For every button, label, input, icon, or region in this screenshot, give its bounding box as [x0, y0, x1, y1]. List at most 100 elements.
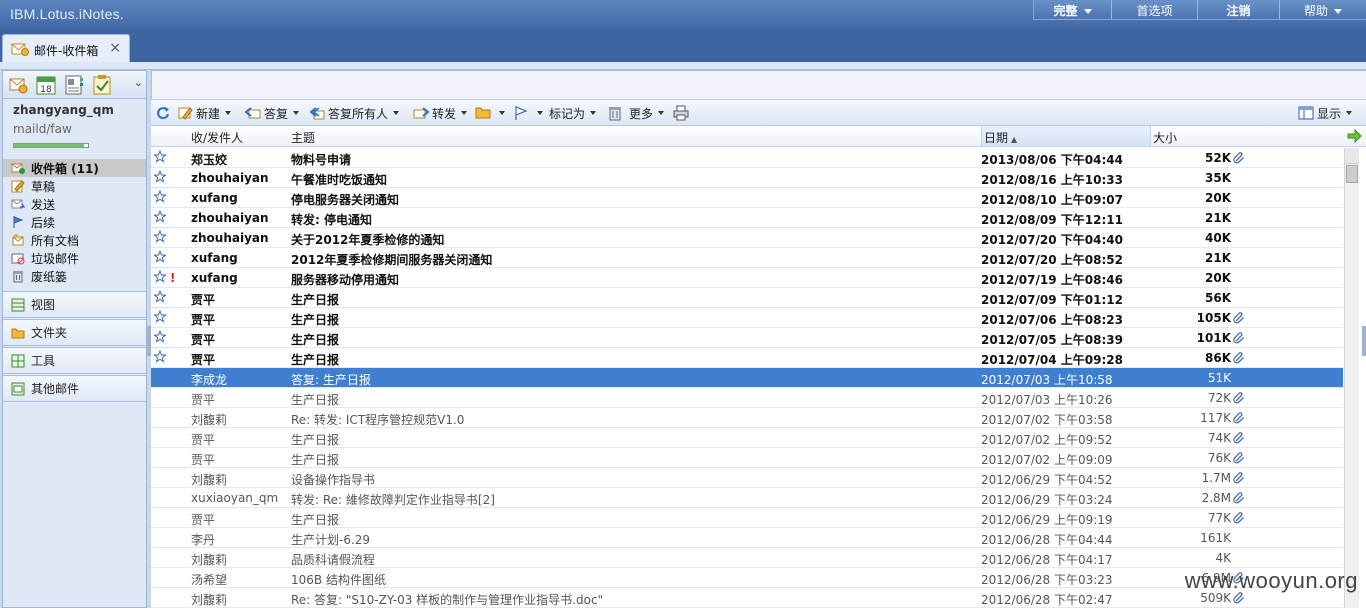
- scroll-thumb[interactable]: [1346, 165, 1358, 183]
- table-row[interactable]: zhouhaiyan 关于2012年夏季检修的通知 2012/07/20 下午04:…: [151, 228, 1343, 248]
- table-row[interactable]: 刘馥莉 Re: 转发: ICT程序管控规范V1.0 2012/07/02 下午03:…: [151, 408, 1343, 428]
- table-row[interactable]: 刘馥莉 Re: 答复: "S10-ZY-03 样板的制作与管理作业指导书.doc"…: [151, 588, 1343, 608]
- row-date: 2012/08/09 下午12:11: [981, 213, 1123, 227]
- row-from: 贾平: [191, 393, 216, 407]
- row-date: 2012/07/20 下午04:40: [981, 233, 1123, 247]
- table-row[interactable]: ! xufang 服务器移动停用通知 2012/07/19 上午08:46 20K: [151, 268, 1343, 288]
- table-row[interactable]: 郑玉姣 物料号申请 2013/08/06 下午04:44 52K: [151, 148, 1343, 168]
- sidebar-item-junk[interactable]: 垃圾邮件: [3, 249, 146, 267]
- more-button[interactable]: 更多: [629, 104, 665, 122]
- message-list-header: 收/发件人 主题 日期 ▲ 大小: [151, 126, 1366, 147]
- tab-underline: [0, 62, 1366, 70]
- mail-app-icon[interactable]: [7, 74, 29, 96]
- table-row[interactable]: 贾平 生产日报 2012/07/09 下午01:12 56K: [151, 288, 1343, 308]
- row-date: 2012/08/10 上午09:07: [981, 193, 1123, 207]
- mark-as-label: 标记为: [549, 106, 586, 121]
- move-to-folder-button[interactable]: [475, 104, 505, 122]
- table-row[interactable]: 李丹 生产计划-6.29 2012/06/28 下午04:44 161K: [151, 528, 1343, 548]
- table-row[interactable]: 刘馥莉 品质科请假流程 2012/06/28 下午04:17 4K: [151, 548, 1343, 568]
- mail-toolbar: 新建 答复 答复所有人 转发 标记为 更多 显示: [151, 100, 1366, 126]
- print-button[interactable]: [673, 104, 692, 122]
- collapse-preview-handle[interactable]: [1362, 326, 1366, 356]
- sidebar-item-trash[interactable]: 废纸篓: [3, 267, 146, 285]
- help-menu[interactable]: 帮助: [1280, 0, 1366, 19]
- sidebar-item-sent[interactable]: 发送: [3, 195, 146, 213]
- attachment-icon: [1233, 351, 1245, 364]
- section-label: 工具: [31, 354, 56, 368]
- column-from[interactable]: 收/发件人: [191, 129, 243, 146]
- table-row[interactable]: xufang 停电服务器关闭通知 2012/08/10 上午09:07 20K: [151, 188, 1343, 208]
- unread-star-icon[interactable]: [153, 189, 167, 204]
- inbox-icon: [11, 163, 25, 174]
- table-row[interactable]: 李成龙 答复: 生产日报 2012/07/03 上午10:58 51K: [151, 368, 1343, 388]
- logout-link[interactable]: 注销: [1198, 0, 1280, 19]
- unread-star-icon[interactable]: [153, 309, 167, 324]
- sidebar-item-drafts[interactable]: 草稿: [3, 177, 146, 195]
- mail-icon: [11, 43, 29, 56]
- todo-app-icon[interactable]: [91, 74, 113, 96]
- row-date: 2012/07/02 上午09:09: [981, 453, 1113, 467]
- unread-star-icon[interactable]: [153, 209, 167, 224]
- contacts-app-icon[interactable]: [63, 74, 85, 96]
- next-page-arrow-icon[interactable]: [1346, 128, 1362, 144]
- unread-star-icon[interactable]: [153, 349, 167, 364]
- table-row[interactable]: 刘馥莉 设备操作指导书 2012/06/29 下午04:52 1.7M: [151, 468, 1343, 488]
- sidebar-item-follow-up[interactable]: 后续: [3, 213, 146, 231]
- row-from: 刘馥莉: [191, 473, 228, 487]
- unread-star-icon[interactable]: [153, 329, 167, 344]
- new-button[interactable]: 新建: [177, 104, 232, 122]
- unread-star-icon[interactable]: [153, 149, 167, 164]
- table-row[interactable]: 贾平 生产日报 2012/07/03 上午10:26 72K: [151, 388, 1343, 408]
- app-switcher: 18 ⌄: [3, 71, 146, 99]
- sidebar-item-all-documents[interactable]: 所有文档: [3, 231, 146, 249]
- tab-mail-inbox[interactable]: 邮件-收件箱 ×: [2, 34, 130, 62]
- reply-button[interactable]: 答复: [245, 104, 300, 122]
- mark-as-button[interactable]: 标记为: [549, 104, 597, 122]
- table-row[interactable]: 贾平 生产日报 2012/07/05 上午08:39 101K: [151, 328, 1343, 348]
- unread-star-icon[interactable]: [153, 169, 167, 184]
- unread-star-icon[interactable]: [153, 249, 167, 264]
- row-subject: 答复: 生产日报: [291, 373, 371, 387]
- table-row[interactable]: zhouhaiyan 转发: 停电通知 2012/08/09 下午12:11 21K: [151, 208, 1343, 228]
- row-from: 李成龙: [191, 373, 228, 387]
- main-panel: 新建 答复 答复所有人 转发 标记为 更多 显示 收/发件人 主题 日期 ▲ 大…: [151, 70, 1366, 608]
- refresh-button[interactable]: [155, 104, 174, 122]
- display-menu[interactable]: 显示: [1298, 104, 1353, 122]
- table-row[interactable]: xuxiaoyan_qm 转发: Re: 維修故障判定作业指导书[2] 2012/0…: [151, 488, 1343, 508]
- table-row[interactable]: zhouhaiyan 午餐准时吃饭通知 2012/08/16 上午10:33 35K: [151, 168, 1343, 188]
- delete-button[interactable]: [607, 104, 626, 122]
- reply-all-button[interactable]: 答复所有人: [309, 104, 400, 122]
- table-row[interactable]: 贾平 生产日报 2012/07/06 上午08:23 105K: [151, 308, 1343, 328]
- sidebar-section-folders[interactable]: 文件夹: [3, 319, 146, 346]
- table-row[interactable]: 汤希望 106B 结构件图纸 2012/06/28 下午03:23 6.9M: [151, 568, 1343, 588]
- chevron-double-down-icon[interactable]: ⌄: [134, 76, 143, 89]
- row-size: 86K: [1205, 351, 1231, 365]
- table-row[interactable]: 贾平 生产日报 2012/06/29 上午09:19 77K: [151, 508, 1343, 528]
- row-subject: 生产日报: [291, 353, 340, 367]
- table-row[interactable]: 贾平 生产日报 2012/07/04 上午09:28 86K: [151, 348, 1343, 368]
- unread-star-icon[interactable]: [153, 289, 167, 304]
- sidebar-section-other-mail[interactable]: 其他邮件: [3, 375, 146, 402]
- trash-icon: [609, 107, 621, 121]
- attachment-icon: [1233, 491, 1245, 504]
- column-size[interactable]: 大小: [1153, 129, 1177, 146]
- column-subject[interactable]: 主题: [291, 129, 315, 146]
- unread-star-icon[interactable]: [153, 269, 167, 284]
- sidebar-section-tools[interactable]: 工具: [3, 347, 146, 374]
- vertical-scrollbar[interactable]: [1344, 148, 1359, 608]
- follow-up-button[interactable]: [513, 104, 543, 122]
- table-row[interactable]: 贾平 生产日报 2012/07/02 上午09:52 74K: [151, 428, 1343, 448]
- table-row[interactable]: xufang 2012年夏季检修期间服务器关闭通知 2012/07/20 上午08:…: [151, 248, 1343, 268]
- unread-star-icon[interactable]: [153, 229, 167, 244]
- calendar-app-icon[interactable]: 18: [35, 74, 57, 96]
- column-date[interactable]: 日期 ▲: [984, 129, 1017, 146]
- sidebar-item-inbox[interactable]: 收件箱 (11): [3, 159, 146, 177]
- table-row[interactable]: 贾平 生产日报 2012/07/02 上午09:09 76K: [151, 448, 1343, 468]
- sidebar-section-views[interactable]: 视图: [3, 291, 146, 318]
- view-mode-menu[interactable]: 完整: [1034, 0, 1112, 19]
- preferences-link[interactable]: 首选项: [1112, 0, 1198, 19]
- all-documents-icon: [12, 234, 24, 246]
- close-icon[interactable]: ×: [109, 40, 121, 56]
- scroll-up-arrow[interactable]: [1345, 148, 1359, 164]
- forward-button[interactable]: 转发: [413, 104, 468, 122]
